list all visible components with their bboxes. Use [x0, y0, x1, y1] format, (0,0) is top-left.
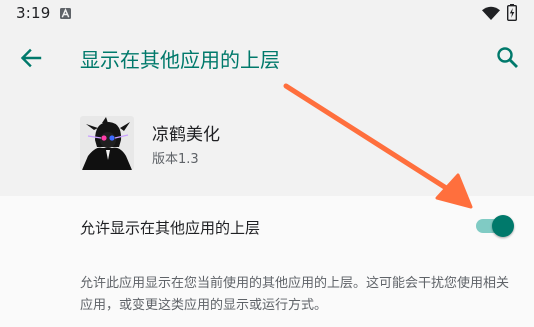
settings-content: 允许显示在其他应用的上层 允许此应用显示在您当前使用的其他应用的上层。这可能会干…	[0, 196, 534, 327]
status-bar: 3:19	[0, 0, 534, 30]
wifi-icon	[482, 6, 500, 20]
a-notification-icon	[60, 8, 71, 19]
app-icon	[80, 116, 134, 170]
status-time: 3:19	[16, 4, 51, 22]
toggle-thumb	[492, 215, 514, 237]
app-bar: 显示在其他应用的上层	[0, 30, 534, 86]
permission-toggle-row[interactable]: 允许显示在其他应用的上层	[0, 196, 534, 256]
battery-charging-icon	[507, 4, 517, 21]
page-title: 显示在其他应用的上层	[80, 48, 280, 72]
back-arrow-icon[interactable]	[17, 44, 45, 72]
search-icon[interactable]	[494, 44, 522, 72]
permission-description: 允许此应用显示在您当前使用的其他应用的上层。这可能会干扰您使用相关应用，或变更这…	[80, 276, 510, 313]
app-version: 版本1.3	[152, 152, 199, 167]
app-header: 凉鹤美化 版本1.3	[0, 86, 534, 196]
permission-toggle-switch[interactable]	[474, 214, 514, 238]
permission-label: 允许显示在其他应用的上层	[80, 219, 261, 237]
app-avatar-art	[80, 116, 134, 170]
app-name: 凉鹤美化	[152, 125, 220, 145]
